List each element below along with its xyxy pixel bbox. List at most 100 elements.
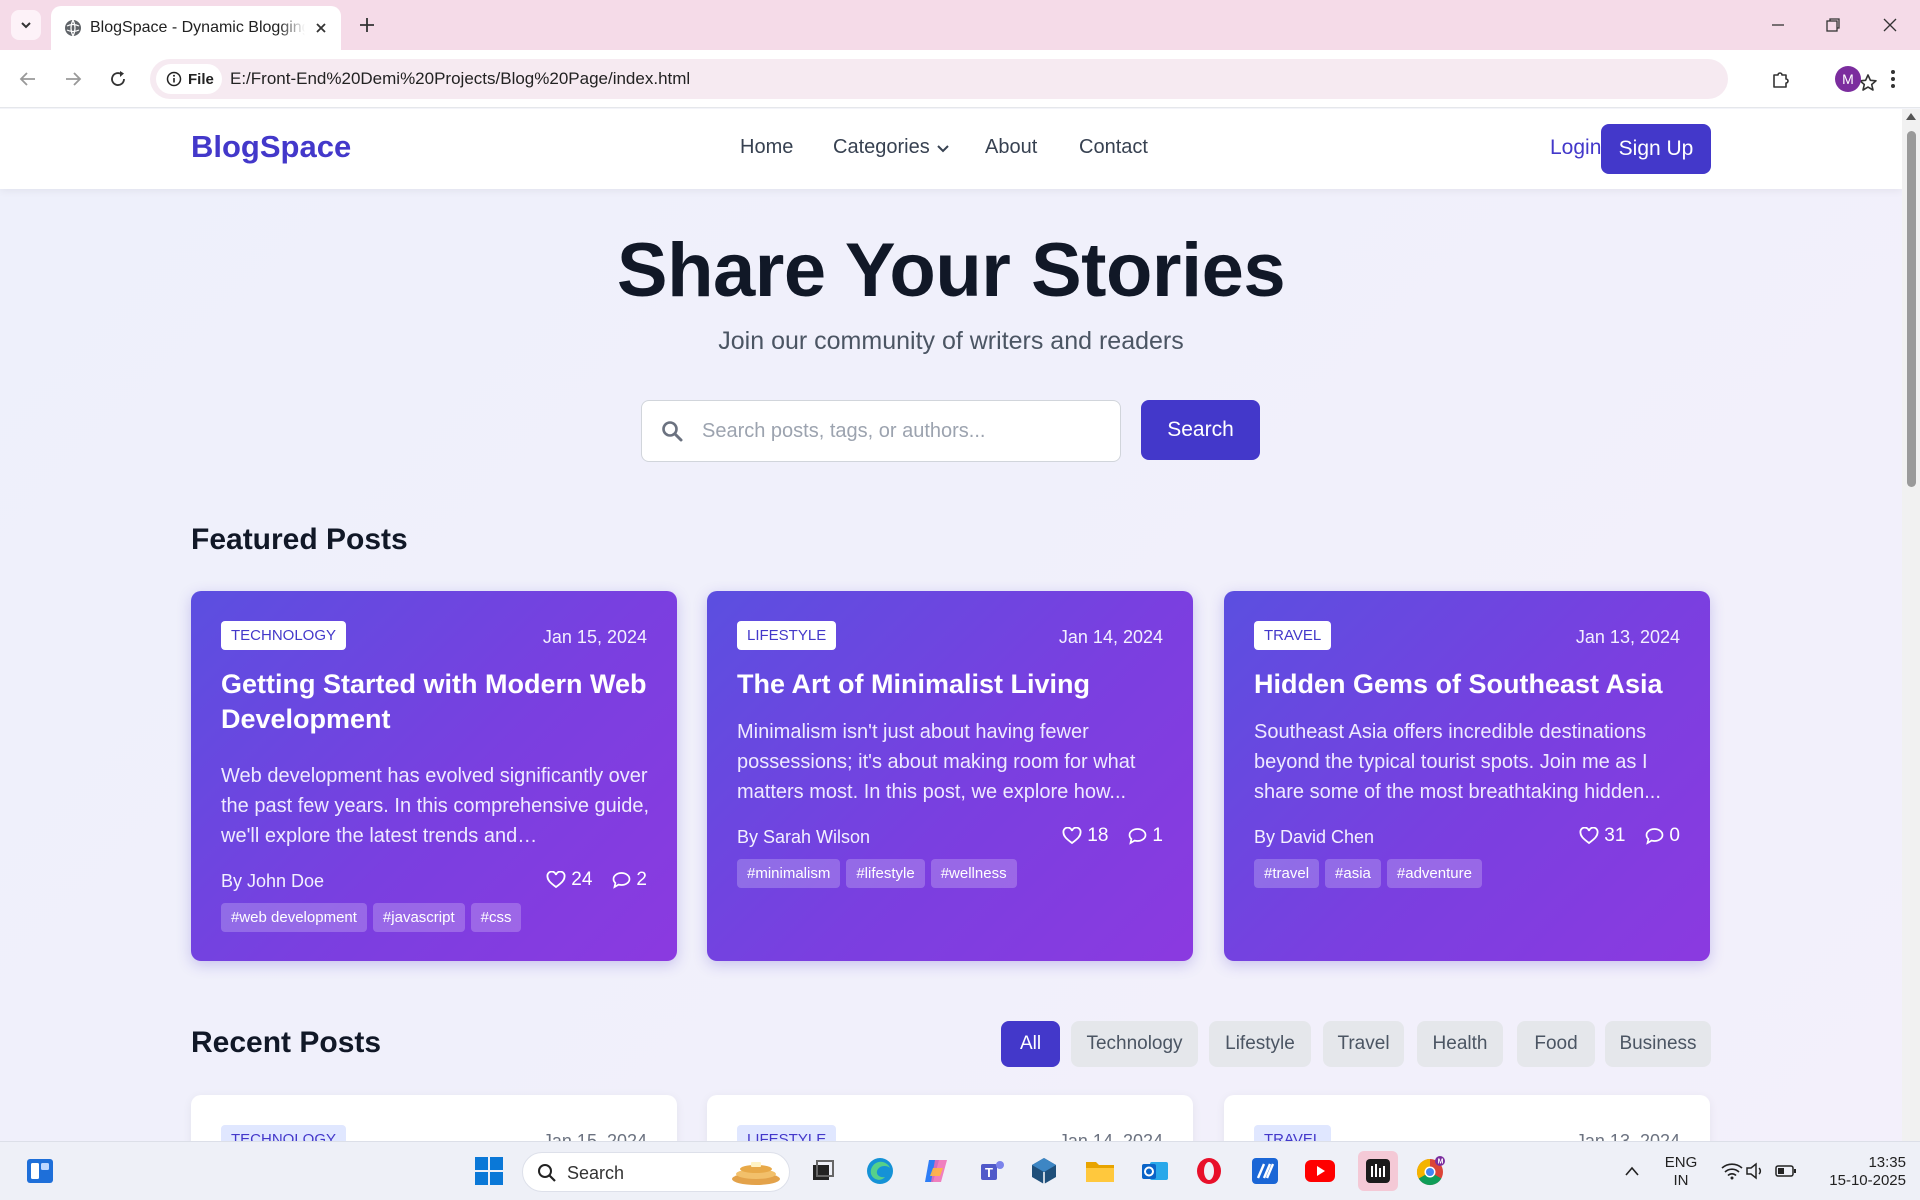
filter-lifestyle[interactable]: Lifestyle (1209, 1021, 1311, 1067)
search-button[interactable]: Search (1141, 400, 1260, 460)
extensions-puzzle-icon[interactable] (1766, 64, 1796, 94)
featured-post-card[interactable]: LIFESTYLE Jan 14, 2024 The Art of Minima… (707, 591, 1193, 961)
reload-icon[interactable] (103, 64, 133, 94)
tag-chip[interactable]: #adventure (1386, 859, 1482, 888)
tag-chip[interactable]: #lifestyle (846, 859, 925, 888)
post-title[interactable]: Hidden Gems of Southeast Asia (1254, 667, 1684, 702)
taskbar-clock[interactable]: 13:35 15-10-2025 (1810, 1154, 1906, 1190)
nav-categories[interactable]: Categories (833, 136, 950, 159)
post-stats: 31 0 (1579, 825, 1680, 847)
input-language-indicator[interactable]: ENG IN (1660, 1154, 1702, 1190)
like-button[interactable]: 31 (1579, 825, 1625, 847)
signup-button[interactable]: Sign Up (1601, 124, 1711, 174)
like-button[interactable]: 18 (1062, 825, 1108, 847)
outlook-icon[interactable] (1137, 1153, 1173, 1189)
teams-icon[interactable]: T (974, 1153, 1010, 1189)
widgets-icon[interactable] (22, 1153, 58, 1189)
search-icon (538, 1164, 556, 1182)
new-tab-icon[interactable] (354, 12, 380, 38)
like-count: 24 (571, 869, 593, 890)
tab-close-icon[interactable] (310, 17, 332, 39)
minimize-icon[interactable] (1765, 12, 1791, 38)
category-badge[interactable]: LIFESTYLE (737, 1125, 837, 1141)
post-date: Jan 15, 2024 (542, 627, 647, 647)
chevron-down-icon (21, 22, 31, 29)
post-title[interactable]: The Art of Minimalist Living (737, 667, 1167, 702)
post-excerpt: Southeast Asia offers incredible destina… (1254, 721, 1661, 803)
comment-button[interactable]: 2 (612, 869, 647, 891)
svg-text:M: M (1438, 1159, 1444, 1166)
nav-contact[interactable]: Contact (1079, 136, 1148, 159)
login-link[interactable]: Login (1550, 136, 1601, 160)
like-count: 31 (1604, 825, 1626, 846)
file-explorer-icon[interactable] (1082, 1153, 1118, 1189)
filter-travel[interactable]: Travel (1323, 1021, 1404, 1067)
filter-technology[interactable]: Technology (1071, 1021, 1198, 1067)
tag-chip[interactable]: #wellness (930, 859, 1017, 888)
category-badge[interactable]: TECHNOLOGY (221, 1125, 347, 1141)
forward-arrow-icon[interactable] (58, 64, 88, 94)
category-badge[interactable]: TRAVEL (1254, 1125, 1332, 1141)
comment-button[interactable]: 0 (1645, 825, 1680, 847)
tag-chip[interactable]: #asia (1325, 859, 1381, 888)
category-badge[interactable]: TECHNOLOGY (221, 621, 347, 650)
capcut-app-icon[interactable] (1358, 1151, 1398, 1191)
copilot-icon[interactable] (918, 1153, 954, 1189)
nav-home[interactable]: Home (740, 136, 793, 159)
taskbar-search[interactable]: Search (522, 1152, 790, 1192)
opera-icon[interactable] (1191, 1153, 1227, 1189)
scroll-up-arrow-icon[interactable] (1906, 113, 1916, 120)
task-view-icon[interactable] (805, 1153, 841, 1189)
post-title[interactable]: Getting Started with Modern Web Developm… (221, 667, 651, 737)
recent-post-card[interactable]: LIFESTYLE Jan 14, 2024 (707, 1095, 1193, 1141)
tag-chip[interactable]: #web development (221, 903, 367, 932)
filter-food[interactable]: Food (1517, 1021, 1595, 1067)
youtube-icon[interactable] (1302, 1153, 1338, 1189)
back-arrow-icon[interactable] (13, 64, 43, 94)
recent-post-card[interactable]: TECHNOLOGY Jan 15, 2024 (191, 1095, 677, 1141)
featured-posts-heading: Featured Posts (191, 523, 408, 556)
edge-browser-icon[interactable] (862, 1153, 898, 1189)
post-date: Jan 13, 2024 (1575, 1131, 1680, 1141)
featured-post-card[interactable]: TECHNOLOGY Jan 15, 2024 Getting Started … (191, 591, 677, 961)
filter-all[interactable]: All (1001, 1021, 1060, 1067)
address-bar[interactable]: File E:/Front-End%20Demi%20Projects/Blog… (150, 59, 1877, 99)
search-input[interactable] (702, 411, 1102, 451)
restore-icon[interactable] (1820, 12, 1846, 38)
post-excerpt: Minimalism isn't just about having fewer… (737, 721, 1136, 803)
profile-avatar[interactable]: M (1835, 66, 1861, 92)
featured-post-card[interactable]: TRAVEL Jan 13, 2024 Hidden Gems of South… (1224, 591, 1710, 961)
tab-search-button[interactable] (11, 10, 41, 40)
site-info-chip[interactable]: File (156, 64, 222, 94)
post-tags: #web development #javascript #css (221, 903, 522, 932)
battery-icon[interactable] (1768, 1153, 1804, 1189)
info-icon (166, 71, 182, 87)
app-store-icon[interactable] (1247, 1153, 1283, 1189)
recent-post-card[interactable]: TRAVEL Jan 13, 2024 (1224, 1095, 1710, 1141)
nav-categories-label: Categories (833, 136, 930, 158)
close-window-icon[interactable] (1877, 12, 1903, 38)
chrome-icon[interactable]: M (1413, 1153, 1449, 1189)
tag-chip[interactable]: #minimalism (737, 859, 841, 888)
tag-chip[interactable]: #javascript (372, 903, 465, 932)
comment-button[interactable]: 1 (1128, 825, 1163, 847)
site-logo[interactable]: BlogSpace (191, 129, 351, 165)
like-button[interactable]: 24 (546, 869, 592, 891)
category-badge[interactable]: TRAVEL (1254, 621, 1332, 650)
scrollbar-thumb[interactable] (1907, 131, 1916, 487)
3d-cube-app-icon[interactable] (1026, 1153, 1062, 1189)
comment-count: 0 (1669, 825, 1680, 846)
browser-toolbar: File E:/Front-End%20Demi%20Projects/Blog… (0, 50, 1920, 108)
nav-about[interactable]: About (985, 136, 1037, 159)
browser-tab-active[interactable]: BlogSpace - Dynamic Blogging Platform (51, 6, 341, 50)
category-badge[interactable]: LIFESTYLE (737, 621, 837, 650)
tag-chip[interactable]: #travel (1254, 859, 1320, 888)
browser-menu-icon[interactable] (1880, 64, 1906, 94)
heart-icon (546, 871, 566, 889)
tag-chip[interactable]: #css (470, 903, 522, 932)
filter-business[interactable]: Business (1605, 1021, 1711, 1067)
chevron-up-icon[interactable] (1614, 1153, 1650, 1189)
page-scrollbar[interactable] (1902, 109, 1920, 1141)
filter-health[interactable]: Health (1417, 1021, 1503, 1067)
windows-start-icon[interactable] (471, 1153, 507, 1189)
